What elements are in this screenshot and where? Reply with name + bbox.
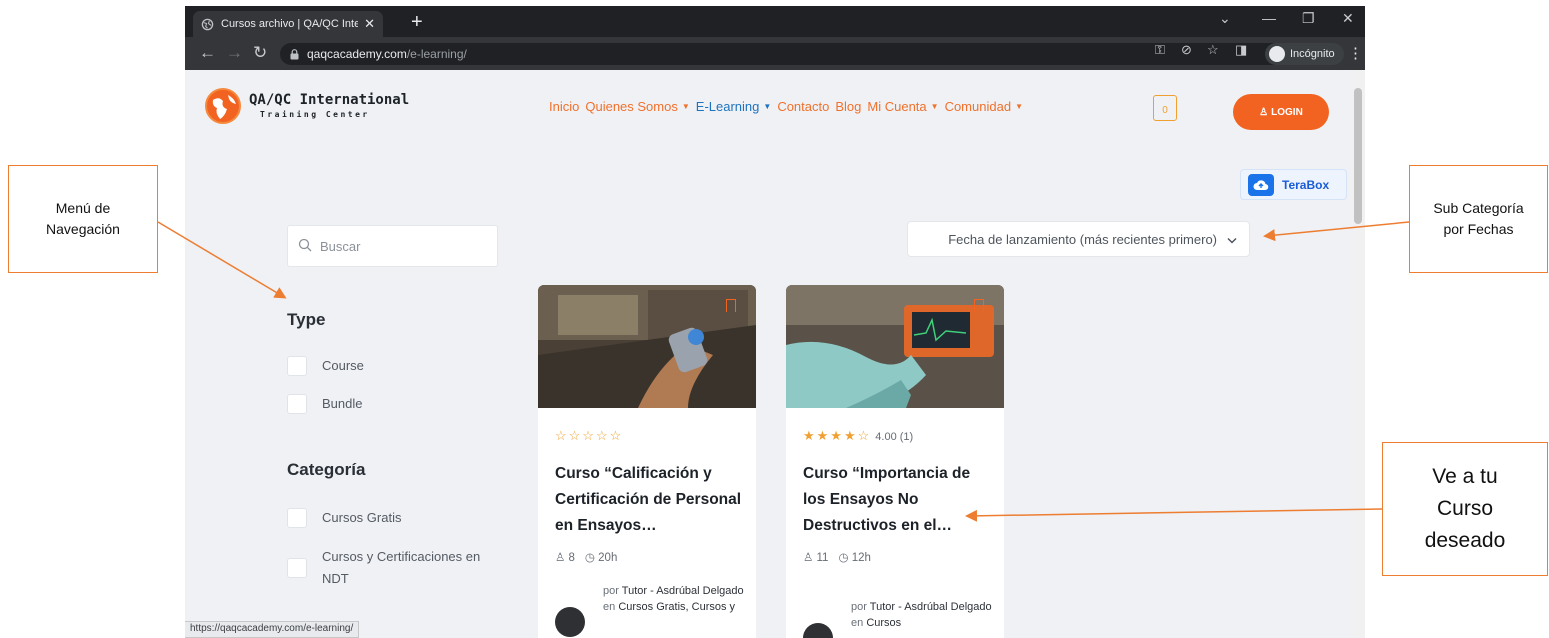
- arrow-to-course: [965, 508, 1383, 522]
- arrow-to-nav-menu: [157, 221, 287, 299]
- annotation-arrows: [157, 221, 1410, 522]
- arrow-to-sort-select: [1263, 221, 1410, 242]
